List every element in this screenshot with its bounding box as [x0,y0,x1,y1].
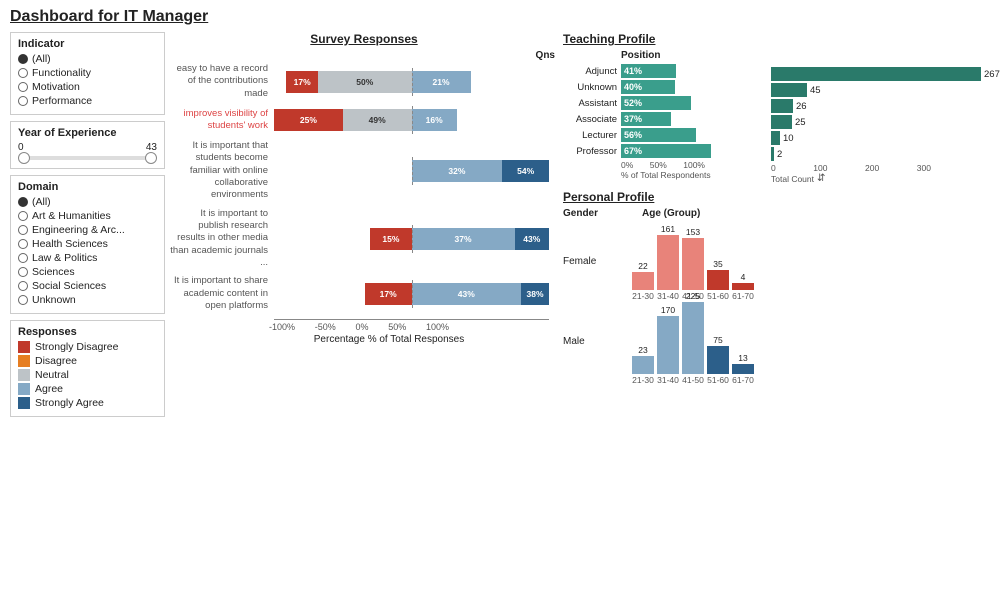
neutral-color [18,369,30,381]
tp-row-adjunct: Adjunct 41% [563,64,763,78]
radio-motivation-icon [18,82,28,92]
yoe-title: Year of Experience [18,127,157,139]
domain-engineering[interactable]: Engineering & Arc... [18,224,157,236]
x-axis-100: 100% [426,322,449,332]
tc-row-assistant: 26 [771,99,1000,113]
survey-row-1: easy to have a record of the contributio… [169,63,559,100]
x-axis-50: 50% [388,322,406,332]
left-panel: Indicator (All) Functionality Motivation… [10,32,165,423]
survey-row-2: improves visibility of students' work 25… [169,106,559,134]
indicator-all[interactable]: (All) [18,53,157,65]
survey-label-1: easy to have a record of the contributio… [169,63,274,100]
domain-art[interactable]: Art & Humanities [18,210,157,222]
x-axis-0: 0% [355,322,368,332]
indicator-filter: Indicator (All) Functionality Motivation… [10,32,165,115]
disagree-color [18,355,30,367]
tc-row-lecturer: 10 [771,131,1000,145]
yoe-slider-track [18,156,157,160]
tp-row-assistant: Assistant 52% [563,96,763,110]
radio-domain-health-icon [18,239,28,249]
domain-social[interactable]: Social Sciences [18,280,157,292]
tp-row-unknown: Unknown 40% [563,80,763,94]
survey-row-3: It is important that students become fam… [169,140,559,202]
domain-filter: Domain (All) Art & Humanities Engineerin… [10,175,165,314]
female-bars: 22 21-30 161 31-40 153 [632,221,1000,301]
responses-legend: Responses Strongly Disagree Disagree Neu… [10,320,165,417]
teaching-pct-chart: Position Adjunct 41% Unknown 40% Assista… [563,50,763,184]
legend-neutral: Neutral [18,369,157,381]
female-label: Female [563,256,596,267]
x-axis-neg50: -50% [315,322,336,332]
tc-row-adjunct: 267 [771,67,1000,81]
teaching-profile-section: Teaching Profile Position Adjunct 41% Un… [563,32,1000,184]
indicator-title: Indicator [18,38,157,50]
domain-title: Domain [18,181,157,193]
indicator-performance[interactable]: Performance [18,95,157,107]
legend-agree: Agree [18,383,157,395]
survey-row-5: It is important to share academic conten… [169,275,559,312]
survey-col-header: Qns [536,50,555,61]
age-chart: Age (Group) 22 21-30 161 31-40 [632,208,1000,385]
yoe-filter: Year of Experience 0 43 [10,121,165,169]
x-axis-neg100: -100% [269,322,295,332]
survey-label-3: It is important that students become fam… [169,140,274,202]
survey-chart: easy to have a record of the contributio… [169,63,559,345]
radio-domain-social-icon [18,281,28,291]
tp-row-associate: Associate 37% [563,112,763,126]
survey-label-4: It is important to publish research resu… [169,208,274,270]
yoe-slider-thumb-left[interactable] [18,152,30,164]
indicator-functionality[interactable]: Functionality [18,67,157,79]
page-title: Dashboard for IT Manager [10,8,994,26]
radio-domain-sciences-icon [18,267,28,277]
male-bars: 23 21-30 170 31-40 225 [632,305,1000,385]
survey-label-5: It is important to share academic conten… [169,275,274,312]
gender-labels: Gender Female Male [563,208,628,385]
responses-title: Responses [18,326,157,338]
personal-title: Personal Profile [563,190,1000,204]
personal-profile-section: Personal Profile Gender Female Male [563,190,1000,385]
domain-all[interactable]: (All) [18,196,157,208]
domain-sciences[interactable]: Sciences [18,266,157,278]
teaching-title: Teaching Profile [563,32,1000,46]
strongly-disagree-color [18,341,30,353]
radio-performance-icon [18,96,28,106]
domain-health[interactable]: Health Sciences [18,238,157,250]
x-axis-title: Percentage % of Total Responses [314,334,464,345]
radio-functionality-icon [18,68,28,78]
strongly-agree-color [18,397,30,409]
legend-disagree: Disagree [18,355,157,367]
agree-color [18,383,30,395]
radio-domain-art-icon [18,211,28,221]
tp-row-lecturer: Lecturer 56% [563,128,763,142]
age-header: Age (Group) [642,208,1000,219]
gender-header: Gender [563,208,598,219]
tc-row-unknown: 45 [771,83,1000,97]
survey-row-4: It is important to publish research resu… [169,208,559,270]
survey-title: Survey Responses [169,32,559,46]
center-panel: Survey Responses Qns easy to have a reco… [169,32,559,423]
domain-unknown[interactable]: Unknown [18,294,157,306]
right-panel: Teaching Profile Position Adjunct 41% Un… [563,32,1000,423]
legend-strongly-agree: Strongly Agree [18,397,157,409]
indicator-motivation[interactable]: Motivation [18,81,157,93]
radio-all-icon [18,54,28,64]
teaching-count-chart: 267 45 26 25 [771,50,1000,184]
yoe-slider-thumb-right[interactable] [145,152,157,164]
male-label: Male [563,336,585,347]
tc-row-associate: 25 [771,115,1000,129]
radio-domain-all-icon [18,197,28,207]
domain-law[interactable]: Law & Politics [18,252,157,264]
position-label: Position [621,50,763,61]
tp-row-professor: Professor 67% [563,144,763,158]
radio-domain-law-icon [18,253,28,263]
radio-domain-unknown-icon [18,295,28,305]
survey-label-2: improves visibility of students' work [169,108,274,133]
tc-row-professor: 2 [771,147,1000,161]
radio-domain-engineering-icon [18,225,28,235]
legend-strongly-disagree: Strongly Disagree [18,341,157,353]
